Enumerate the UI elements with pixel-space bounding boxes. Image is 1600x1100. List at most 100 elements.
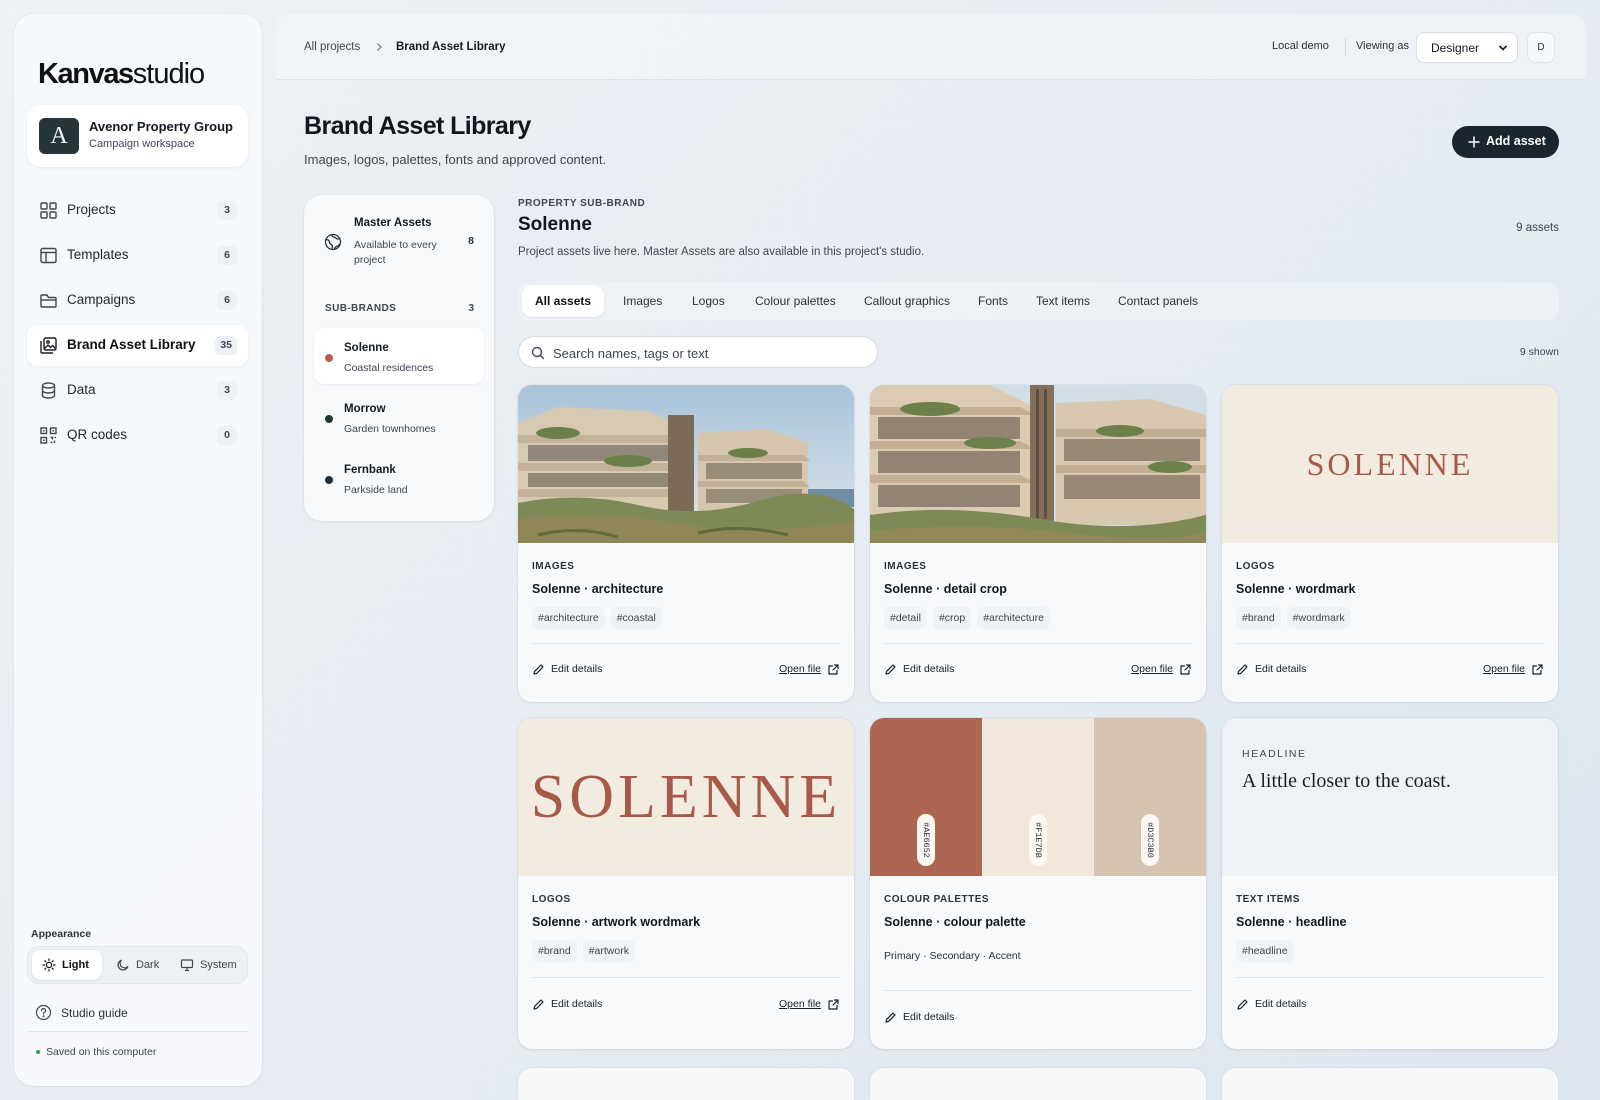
asset-card-detail-crop[interactable]: IMAGES Solenne · detail crop #detail #cro… [870, 385, 1206, 702]
tab-colour-palettes[interactable]: Colour palettes [742, 285, 849, 317]
open-file-link[interactable]: Open file [770, 997, 840, 1013]
tab-all-assets[interactable]: All assets [522, 285, 605, 317]
open-file-link[interactable]: Open file [1474, 662, 1544, 678]
external-link-icon [1531, 663, 1544, 676]
edit-details-button[interactable]: Edit details [532, 662, 642, 678]
asset-tag[interactable]: #wordmark [1286, 607, 1351, 629]
pencil-icon [532, 663, 545, 676]
sidebar-item-data[interactable]: Data 3 [27, 370, 248, 411]
open-file-link[interactable]: Open file [770, 662, 840, 678]
edit-details-button[interactable]: Edit details [1236, 662, 1346, 678]
brand-color-dot [325, 354, 333, 362]
sidebar-item-label: Campaigns [67, 292, 136, 307]
asset-search [518, 336, 878, 368]
asset-thumbnail[interactable] [518, 385, 854, 543]
image-library-icon [39, 336, 58, 355]
sidebar-item-qr-codes[interactable]: QR codes 0 [27, 415, 248, 456]
workspace-name: Avenor Property Group [89, 119, 233, 134]
tab-text-items[interactable]: Text items [1023, 285, 1103, 317]
open-file-label: Open file [778, 663, 821, 675]
status-dot [36, 1050, 40, 1055]
add-asset-button[interactable]: Add asset [1452, 126, 1559, 158]
sidebar-item-campaigns[interactable]: Campaigns 6 [27, 280, 248, 321]
edit-details-button[interactable]: Edit details [884, 1010, 994, 1026]
asset-card-wordmark[interactable]: SOLENNE LOGOS Solenne · wordmark #brand #… [1222, 385, 1558, 702]
asset-tag[interactable]: #architecture [977, 607, 1050, 629]
asset-card-partial[interactable] [870, 1068, 1206, 1100]
asset-tag[interactable]: #artwork [582, 940, 635, 962]
sidebar-item-label: Projects [67, 202, 116, 217]
asset-category: IMAGES [884, 561, 927, 572]
sidebar-item-templates[interactable]: Templates 6 [27, 235, 248, 276]
asset-card-headline[interactable]: HEADLINE A little closer to the coast. T… [1222, 718, 1558, 1049]
edit-details-button[interactable]: Edit details [1236, 997, 1346, 1013]
card-divider [1236, 977, 1544, 978]
workspace-switcher[interactable]: A Avenor Property Group Campaign workspa… [27, 105, 248, 167]
role-select[interactable]: Designer [1416, 32, 1518, 63]
asset-card-colour-palette[interactable]: #AE6652 #F1E7DB #D3C3B0 COLOUR PALETTES … [870, 718, 1206, 1049]
user-avatar[interactable]: D [1527, 32, 1555, 63]
globe-icon [324, 233, 342, 251]
asset-tag[interactable]: #architecture [532, 607, 605, 629]
breadcrumb-all-projects[interactable]: All projects [304, 41, 360, 53]
grid-icon [39, 201, 58, 220]
edit-details-button[interactable]: Edit details [532, 997, 642, 1013]
asset-tags: #architecture #coastal [532, 607, 668, 629]
app-logo[interactable]: Kanvasstudio [38, 58, 205, 91]
theme-label: System [200, 959, 237, 971]
tab-images[interactable]: Images [610, 285, 675, 317]
asset-thumbnail[interactable]: #AE6652 #F1E7DB #D3C3B0 [870, 718, 1206, 876]
asset-tag[interactable]: #headline [1236, 940, 1294, 962]
asset-title: Solenne · colour palette [884, 915, 1026, 929]
asset-tag[interactable]: #brand [1236, 607, 1281, 629]
asset-card-partial[interactable] [518, 1068, 854, 1100]
asset-card-partial[interactable] [1222, 1068, 1558, 1100]
asset-thumbnail[interactable]: HEADLINE A little closer to the coast. [1222, 718, 1558, 876]
card-divider [884, 643, 1192, 644]
edit-details-label: Edit details [903, 1011, 955, 1023]
tab-callout-graphics[interactable]: Callout graphics [851, 285, 963, 317]
card-divider [884, 990, 1192, 991]
tab-fonts[interactable]: Fonts [965, 285, 1021, 317]
theme-dark-button[interactable]: Dark [106, 950, 170, 980]
plus-icon [1468, 136, 1480, 148]
save-status: Saved on this computer [36, 1046, 156, 1058]
studio-guide-label: Studio guide [61, 1006, 128, 1020]
page-subtitle: Images, logos, palettes, fonts and appro… [304, 152, 607, 167]
theme-switch: Light Dark System [27, 946, 248, 984]
sub-brand-description: Project assets live here. Master Assets … [518, 246, 925, 258]
search-input[interactable] [553, 343, 863, 363]
edit-details-button[interactable]: Edit details [884, 662, 994, 678]
open-file-link[interactable]: Open file [1122, 662, 1192, 678]
sub-brand-solenne[interactable]: Solenne Coastal residences [314, 328, 484, 384]
logo-light-text: studio [132, 58, 205, 90]
tab-logos[interactable]: Logos [679, 285, 738, 317]
asset-thumbnail[interactable]: SOLENNE [1222, 385, 1558, 543]
sub-brands-heading: SUB-BRANDS [325, 303, 397, 314]
sidebar-item-projects[interactable]: Projects 3 [27, 190, 248, 231]
asset-tag[interactable]: #detail [884, 607, 927, 629]
asset-tag[interactable]: #coastal [610, 607, 662, 629]
theme-label: Dark [136, 959, 160, 971]
sub-brand-morrow[interactable]: Morrow Garden townhomes [314, 389, 484, 445]
external-link-icon [827, 663, 840, 676]
palette-swatch: #F1E7DB [982, 718, 1094, 876]
studio-guide-link[interactable]: Studio guide [35, 1002, 235, 1024]
asset-thumbnail[interactable] [870, 385, 1206, 543]
sub-brand-fernbank[interactable]: Fernbank Parkside land [314, 450, 484, 506]
sub-brand-subtitle: Coastal residences [344, 362, 434, 374]
asset-tag[interactable]: #crop [932, 607, 972, 629]
asset-card-artwork-wordmark[interactable]: SOLENNE LOGOS Solenne · artwork wordmark… [518, 718, 854, 1049]
sub-brand-eyebrow: PROPERTY SUB-BRAND [518, 198, 646, 209]
sidebar-item-count: 3 [217, 381, 237, 400]
asset-card-architecture[interactable]: IMAGES Solenne · architecture #architect… [518, 385, 854, 702]
theme-light-button[interactable]: Light [32, 950, 102, 980]
theme-system-button[interactable]: System [170, 950, 245, 980]
external-link-icon [1179, 663, 1192, 676]
asset-count: 9 assets [1516, 222, 1559, 234]
asset-tag[interactable]: #brand [532, 940, 577, 962]
master-assets-item[interactable]: Master Assets Available to every project… [304, 195, 494, 285]
tab-contact-panels[interactable]: Contact panels [1105, 285, 1211, 317]
asset-thumbnail[interactable]: SOLENNE [518, 718, 854, 876]
sidebar-item-brand-asset-library[interactable]: Brand Asset Library 35 [27, 325, 248, 366]
